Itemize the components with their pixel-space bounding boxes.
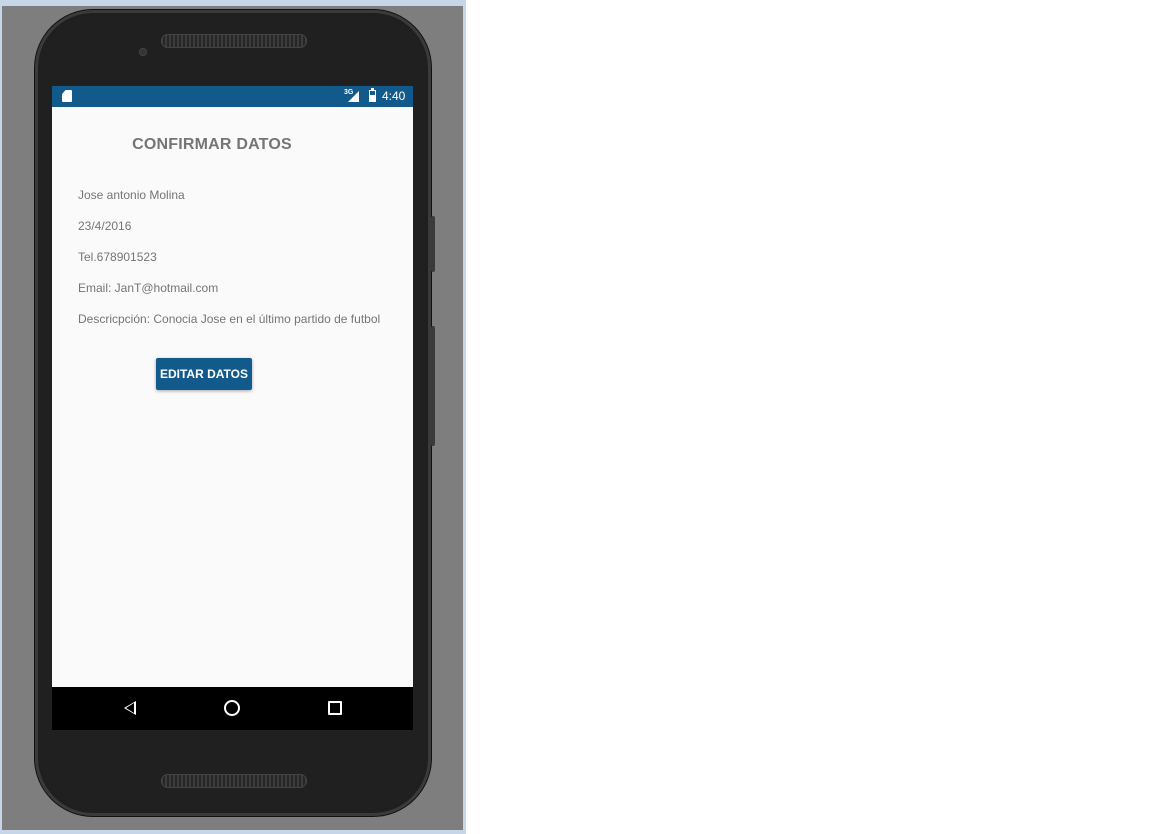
back-icon[interactable] <box>124 701 136 715</box>
front-camera <box>139 48 147 56</box>
navigation-bar <box>52 687 413 730</box>
description-text: Descricpción: Conocia Jose en el último … <box>78 312 381 326</box>
edit-data-button[interactable]: EDITAR DATOS <box>156 358 252 390</box>
signal-icon <box>348 91 359 102</box>
power-button[interactable] <box>431 326 435 446</box>
bottom-speaker <box>161 774 307 788</box>
name-text: Jose antonio Molina <box>78 188 185 202</box>
recents-icon[interactable] <box>328 701 342 715</box>
home-icon[interactable] <box>224 700 240 716</box>
date-text: 23/4/2016 <box>78 219 132 233</box>
sd-card-icon <box>62 90 72 102</box>
device-screen: 3G 4:40 CONFIRMAR DATOS Jose antonio Mol… <box>52 86 413 730</box>
battery-icon <box>369 88 376 102</box>
top-speaker <box>161 34 307 48</box>
emulator-window: 3G 4:40 CONFIRMAR DATOS Jose antonio Mol… <box>0 0 466 834</box>
page-title: CONFIRMAR DATOS <box>132 136 292 153</box>
status-bar: 3G 4:40 <box>52 86 413 107</box>
status-time: 4:40 <box>382 89 406 103</box>
volume-button[interactable] <box>431 216 435 272</box>
phone-text: Tel.678901523 <box>78 250 157 264</box>
email-text: Email: JanT@hotmail.com <box>78 281 219 295</box>
